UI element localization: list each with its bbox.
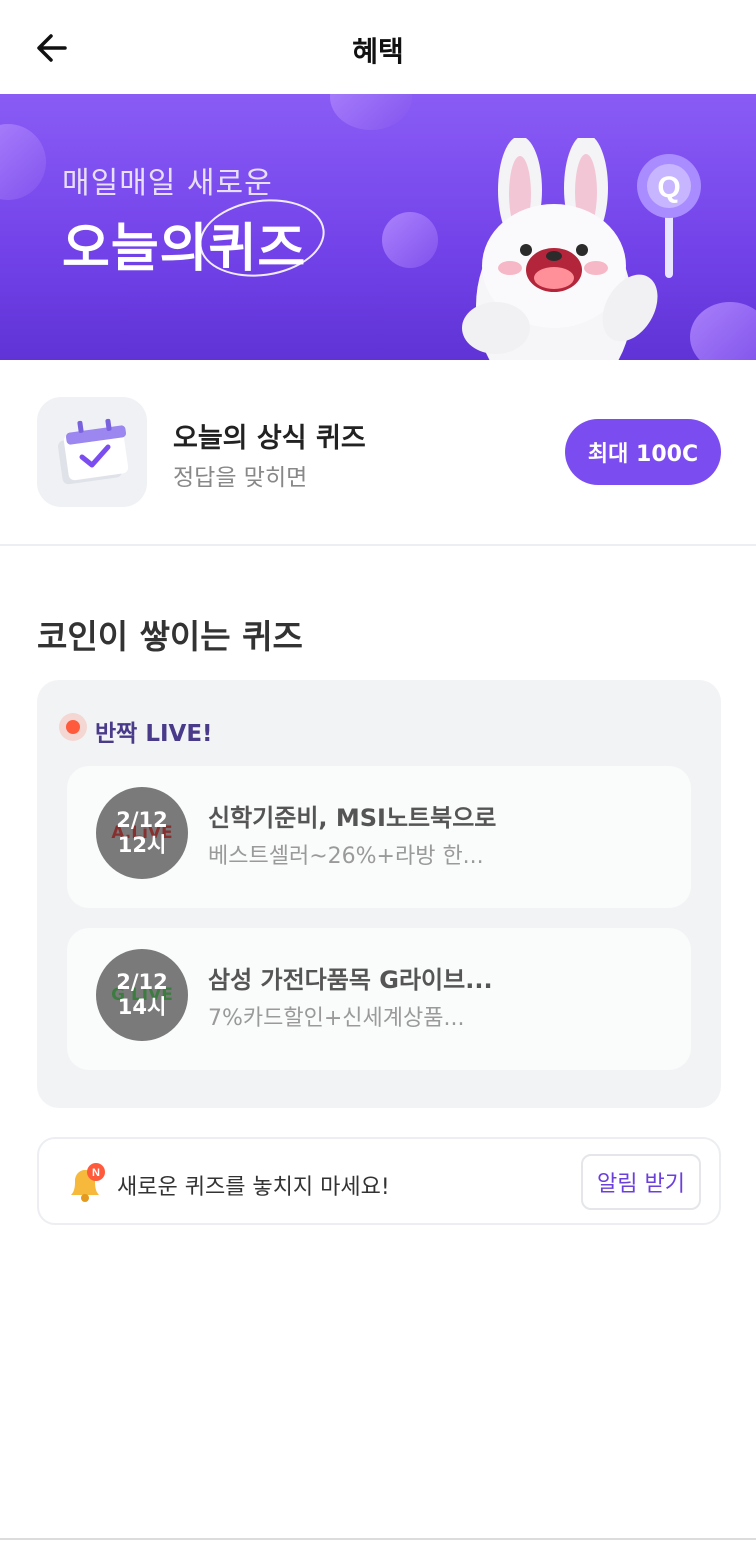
live-thumbnail: A.LiVE 2/12 12시 [96, 787, 188, 879]
quiz-banner[interactable]: 매일매일 새로운 오늘의 퀴즈 Q [0, 94, 756, 360]
live-time: 12시 [117, 833, 167, 857]
notify-me-button[interactable]: 알림 받기 [581, 1154, 701, 1210]
decorative-coin [330, 94, 412, 130]
live-thumbnail: G LIVE 2/12 14시 [96, 949, 188, 1041]
daily-quiz-description: 정답을 맞히면 [173, 465, 308, 491]
live-label: 반짝 LIVE! [95, 721, 213, 747]
decorative-coin [0, 124, 46, 200]
live-quiz-description: 7%카드할인+신세계상품... [208, 1006, 465, 1031]
live-quiz-title: 신학기준비, MSI노트북으로 [208, 804, 497, 832]
live-quiz-panel: 반짝 LIVE! A.LiVE 2/12 12시 신학기준비, MSI노트북으로… [37, 680, 721, 1108]
rabbit-mascot-illustration: Q [462, 138, 701, 360]
live-indicator-icon [59, 713, 87, 741]
daily-quiz-card[interactable]: 오늘의 상식 퀴즈 정답을 맞히면 최대 100C [0, 360, 756, 544]
banner-title: 오늘의 퀴즈 [62, 191, 330, 285]
live-quiz-item[interactable]: A.LiVE 2/12 12시 신학기준비, MSI노트북으로 베스트셀러~26… [67, 766, 691, 908]
reward-button[interactable]: 최대 100C [565, 419, 721, 485]
decorative-coin [382, 212, 438, 268]
calendar-tile [37, 397, 147, 507]
live-date: 2/12 [116, 808, 168, 832]
live-date: 2/12 [116, 970, 168, 994]
banner-title-main: 오늘의 [62, 219, 209, 279]
svg-text:Q: Q [657, 171, 680, 204]
banner-subtitle: 매일매일 새로운 [62, 166, 273, 201]
section-divider [0, 544, 756, 546]
daily-quiz-title: 오늘의 상식 퀴즈 [173, 423, 366, 454]
live-quiz-item[interactable]: G LIVE 2/12 14시 삼성 가전다품목 G라이브... 7%카드할인+… [67, 928, 691, 1070]
live-quiz-description: 베스트셀러~26%+라방 한... [208, 844, 484, 869]
live-quiz-title: 삼성 가전다품목 G라이브... [208, 966, 493, 994]
banner-title-highlight: 퀴즈 [193, 191, 330, 285]
bell-icon: N [71, 1163, 105, 1202]
header: 혜택 [0, 0, 756, 94]
calendar-check-icon [58, 418, 129, 485]
notification-bar: N 새로운 퀴즈를 놓치지 마세요! 알림 받기 [37, 1137, 721, 1225]
notification-badge: N [92, 1167, 100, 1179]
bottom-divider [0, 1538, 756, 1540]
notification-text: 새로운 퀴즈를 놓치지 마세요! [117, 1175, 390, 1200]
live-time: 14시 [117, 995, 167, 1019]
page-title: 혜택 [352, 35, 404, 68]
coin-quiz-section-title: 코인이 쌓이는 퀴즈 [37, 617, 303, 656]
